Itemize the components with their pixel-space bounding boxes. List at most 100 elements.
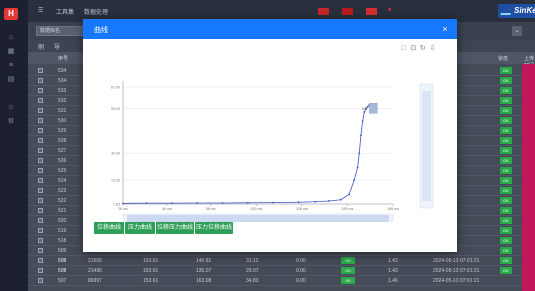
row-checkbox[interactable] (38, 148, 43, 153)
pressure-curve-button[interactable]: 压力曲线 (125, 222, 155, 234)
flag-icon[interactable] (318, 8, 329, 15)
data-point[interactable] (361, 120, 364, 122)
row-checkbox[interactable] (38, 168, 43, 173)
row-id: 522 (58, 198, 67, 204)
row-checkbox[interactable] (38, 278, 43, 283)
row-id: 523 (58, 188, 67, 194)
data-point[interactable] (145, 202, 148, 205)
x-tick-label: 26 ms (118, 207, 128, 211)
list-icon[interactable]: ≡ (6, 62, 16, 70)
data-point[interactable] (353, 179, 356, 181)
row-checkbox[interactable] (38, 138, 43, 143)
data-point[interactable] (327, 200, 330, 202)
table-row[interactable]: 507 86997 153.61 163.08 34.83 0.00 OK 1.46 2024-… (28, 276, 535, 286)
data-point[interactable] (339, 198, 342, 201)
export-button[interactable]: 导 (54, 42, 60, 51)
row-checkbox[interactable] (38, 108, 43, 113)
row-id: 530 (58, 118, 67, 124)
y-tick-label: 1.63 (113, 203, 120, 207)
row-checkbox[interactable] (38, 258, 43, 263)
max-marker[interactable] (369, 103, 378, 114)
row-checkbox[interactable] (38, 268, 43, 273)
data-point[interactable] (297, 201, 300, 204)
row-checkbox[interactable] (38, 78, 43, 83)
data-point[interactable] (122, 202, 124, 205)
row-cell: 1.43 (388, 268, 398, 274)
data-point[interactable] (348, 193, 351, 196)
table-row[interactable]: 509 21505 153.61 140.81 31.12 0.00 OK 1.43 2024-… (28, 256, 535, 266)
row-id: 534 (58, 78, 67, 84)
brand-logo: SinKen (498, 4, 535, 18)
row-id: 508 (58, 268, 67, 274)
displacement-pressure-curve-button[interactable]: 位移压力曲线 (156, 222, 194, 234)
column-header-id[interactable]: 序号 (58, 55, 68, 62)
row-cell: 153.61 (143, 268, 159, 274)
x-tick-label: 126 ms (296, 207, 308, 211)
data-point[interactable] (196, 202, 199, 204)
refresh-button[interactable]: 刷 (38, 42, 44, 51)
data-point[interactable] (314, 200, 317, 203)
row-checkbox[interactable] (38, 208, 43, 213)
status-badge: OK (500, 197, 512, 204)
app-logo[interactable]: H (4, 8, 18, 20)
x-tick-label: 46 ms (162, 207, 172, 211)
row-checkbox[interactable] (38, 198, 43, 203)
top-menu-item-tools[interactable]: 工具集 (56, 7, 74, 16)
data-point[interactable] (272, 201, 275, 204)
flag-icon[interactable] (342, 8, 353, 15)
row-checkbox[interactable] (38, 158, 43, 163)
row-checkbox[interactable] (38, 128, 43, 133)
vertical-zoom-handle[interactable] (422, 91, 431, 201)
status-badge: OK (500, 117, 512, 124)
y-tick-label: 55.09 (111, 107, 120, 111)
row-cell: 21496 (88, 268, 102, 274)
row-checkbox[interactable] (38, 118, 43, 123)
row-checkbox[interactable] (38, 88, 43, 93)
row-id: 527 (58, 148, 67, 154)
alert-icon[interactable]: ● (388, 7, 392, 13)
data-point[interactable] (358, 152, 361, 155)
row-checkbox[interactable] (38, 218, 43, 223)
pressure-displacement-curve-button[interactable]: 压力位移曲线 (195, 222, 233, 234)
y-tick-label: 67.00 (111, 86, 120, 90)
data-point[interactable] (363, 111, 366, 113)
data-point[interactable] (221, 202, 224, 204)
status-badge: OK (500, 207, 512, 214)
x-tick-label: 56 ms (206, 207, 216, 211)
home-icon[interactable]: ⌂ (6, 34, 16, 42)
menu-icon[interactable]: ☰ (38, 7, 43, 14)
users-icon[interactable]: ☺ (6, 104, 16, 112)
data-point[interactable] (356, 166, 359, 169)
collapse-button[interactable]: ⌄ (512, 26, 522, 36)
top-menu-item-data[interactable]: 数据处理 (84, 7, 108, 16)
row-checkbox[interactable] (38, 188, 43, 193)
row-checkbox[interactable] (38, 248, 43, 253)
data-point[interactable] (360, 134, 362, 137)
row-checkbox[interactable] (38, 228, 43, 233)
status-badge: OK (500, 97, 512, 104)
row-checkbox[interactable] (38, 178, 43, 183)
series-line-group: 108 (122, 103, 378, 205)
table-row[interactable]: 508 21496 153.61 135.07 29.07 0.00 OK 1.43 2024-… (28, 266, 535, 276)
column-header-status[interactable]: 状态 (498, 55, 508, 62)
row-id: 534 (58, 68, 67, 74)
row-checkbox[interactable] (38, 98, 43, 103)
flag-icon[interactable] (366, 8, 377, 15)
data-point[interactable] (246, 201, 249, 204)
grid-icon[interactable]: ▦ (6, 48, 16, 56)
horizontal-zoom-handle[interactable] (127, 215, 389, 222)
row-cell: 0.00 (296, 258, 306, 264)
row-checkbox[interactable] (38, 238, 43, 243)
chart-grid (123, 86, 393, 205)
dialog-header: 曲线 × (83, 19, 457, 39)
row-cell: 1.46 (388, 278, 398, 284)
row-cell: 140.81 (196, 258, 212, 264)
gear-icon[interactable]: ⚙ (6, 118, 16, 126)
row-checkbox[interactable] (38, 68, 43, 73)
data-point[interactable] (171, 202, 173, 205)
chart-icon[interactable]: ▤ (6, 76, 16, 84)
displacement-curve-button[interactable]: 位移曲线 (94, 222, 124, 234)
close-icon[interactable]: × (439, 23, 451, 35)
row-time: 2024-05-13 07:01:21 (433, 258, 480, 264)
row-id: 529 (58, 128, 67, 134)
